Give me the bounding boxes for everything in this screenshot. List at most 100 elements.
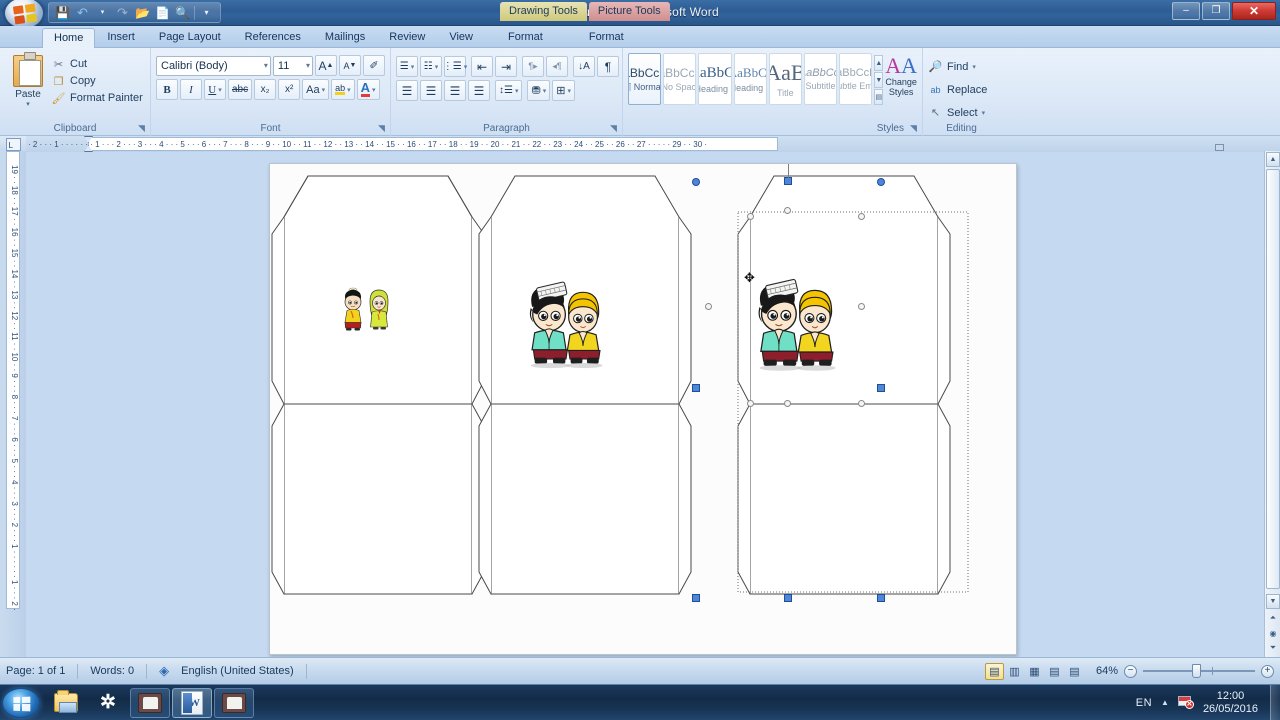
align-center-button[interactable]: ☰ bbox=[420, 80, 442, 101]
change-case-button[interactable]: Aa ▾ bbox=[302, 79, 330, 100]
style-no-spacing[interactable]: AaBbCcDc ¶ No Spaci... bbox=[663, 53, 697, 105]
paragraph-dialog-launcher-icon[interactable]: ◥ bbox=[608, 123, 619, 134]
contextual-tab-drawing-tools[interactable]: Drawing Tools bbox=[500, 2, 587, 22]
ltr-direction-button[interactable]: ¶▸ bbox=[522, 56, 544, 77]
align-left-button[interactable]: ☰ bbox=[396, 80, 418, 101]
chevron-down-icon[interactable]: ▾ bbox=[435, 63, 439, 71]
sort-button[interactable]: ↓⁠A bbox=[573, 56, 595, 77]
next-page-icon[interactable]: ⏷ bbox=[1266, 641, 1280, 655]
scroll-up-button[interactable]: ▲ bbox=[1266, 152, 1280, 167]
tab-picture-format[interactable]: Format bbox=[566, 27, 647, 47]
muslim-kids-clipart-small[interactable] bbox=[336, 282, 400, 332]
tab-insert[interactable]: Insert bbox=[95, 27, 147, 47]
window-generic-2[interactable] bbox=[214, 687, 254, 718]
right-indent-marker[interactable] bbox=[1215, 144, 1224, 151]
page-indicator[interactable]: Page: 1 of 1 bbox=[6, 665, 65, 677]
action-center-flag-icon[interactable]: ✕ bbox=[1177, 696, 1194, 709]
style-title[interactable]: AaB Title bbox=[768, 53, 802, 105]
line-spacing-button[interactable]: ↕☰ ▾ bbox=[495, 80, 523, 101]
numbering-button[interactable]: ☷ ▾ bbox=[420, 56, 442, 77]
muslim-kids-clipart-large[interactable] bbox=[747, 276, 851, 374]
document-canvas[interactable]: ✥ bbox=[26, 151, 1264, 657]
document-page-1[interactable]: ✥ bbox=[269, 163, 1017, 655]
clipboard-dialog-launcher-icon[interactable]: ◥ bbox=[136, 123, 147, 134]
select-button[interactable]: ↖ Select ▾ bbox=[928, 102, 995, 123]
chevron-down-icon[interactable]: ▾ bbox=[411, 63, 415, 71]
tab-mailings[interactable]: Mailings bbox=[313, 27, 377, 47]
zoom-out-button[interactable]: − bbox=[1124, 664, 1137, 678]
clear-formatting-button[interactable]: ✐ bbox=[363, 55, 385, 76]
clock[interactable]: 12:00 26/05/2016 bbox=[1203, 690, 1258, 715]
chevron-down-icon[interactable]: ▾ bbox=[972, 63, 976, 71]
show-hidden-icons-icon[interactable]: ▲ bbox=[1161, 698, 1169, 707]
window-generic-1[interactable] bbox=[130, 687, 170, 718]
muslim-kids-clipart-medium[interactable] bbox=[519, 279, 617, 371]
bluetooth-icon[interactable]: ✲ bbox=[88, 688, 128, 718]
tab-stop-selector[interactable]: L bbox=[0, 136, 26, 152]
select-browse-object-icon[interactable] bbox=[1266, 137, 1280, 150]
bold-button[interactable]: B bbox=[156, 79, 178, 100]
view-full-screen-reading[interactable]: ▥ bbox=[1005, 663, 1024, 680]
borders-button[interactable]: ⊞ ▾ bbox=[552, 80, 575, 101]
replace-button[interactable]: ab Replace bbox=[928, 79, 995, 100]
paste-dropdown-icon[interactable]: ▾ bbox=[26, 100, 30, 108]
view-draft[interactable]: ▤ bbox=[1065, 663, 1084, 680]
gallery-scroll-down-icon[interactable]: ▼ bbox=[874, 72, 884, 88]
zoom-slider[interactable] bbox=[1143, 664, 1255, 678]
spell-check-icon[interactable]: ◈ bbox=[159, 663, 169, 679]
shading-button[interactable]: ⛃ ▾ bbox=[527, 80, 551, 101]
language-indicator[interactable]: English (United States) bbox=[181, 665, 294, 677]
view-print-layout[interactable]: ▤ bbox=[985, 662, 1004, 680]
italic-button[interactable]: I bbox=[180, 79, 202, 100]
zoom-slider-thumb[interactable] bbox=[1192, 664, 1202, 678]
tab-references[interactable]: References bbox=[233, 27, 313, 47]
grow-font-button[interactable]: A ▲ bbox=[315, 55, 337, 76]
language-indicator-tray[interactable]: EN bbox=[1136, 697, 1152, 709]
font-size-combo[interactable]: 11 ▾ bbox=[272, 55, 313, 76]
style-heading-2[interactable]: AaBbCc Heading 2 bbox=[733, 53, 767, 105]
close-button[interactable]: ✕ bbox=[1232, 2, 1276, 20]
chevron-down-icon[interactable]: ▾ bbox=[218, 86, 222, 94]
select-browse-object-button[interactable]: ◉ bbox=[1266, 626, 1280, 640]
chevron-down-icon[interactable]: ▾ bbox=[347, 86, 351, 94]
tab-view[interactable]: View bbox=[437, 27, 485, 47]
explorer-icon[interactable] bbox=[46, 688, 86, 718]
chevron-down-icon[interactable]: ▾ bbox=[982, 109, 986, 117]
font-dialog-launcher-icon[interactable]: ◥ bbox=[376, 123, 387, 134]
zoom-in-button[interactable]: + bbox=[1261, 664, 1274, 678]
strikethrough-button[interactable]: abc bbox=[228, 79, 253, 100]
subscript-button[interactable]: x₂ bbox=[254, 79, 277, 100]
word-count[interactable]: Words: 0 bbox=[90, 665, 134, 677]
minimize-button[interactable]: – bbox=[1172, 2, 1200, 20]
increase-indent-button[interactable]: ⇥ bbox=[495, 56, 517, 77]
chevron-down-icon[interactable]: ▾ bbox=[515, 87, 519, 95]
previous-page-icon[interactable]: ⏶ bbox=[1266, 611, 1280, 625]
gallery-scroll-up-icon[interactable]: ▲ bbox=[874, 55, 884, 71]
tab-home[interactable]: Home bbox=[42, 28, 96, 48]
tab-drawing-format[interactable]: Format bbox=[485, 27, 566, 47]
restore-button[interactable]: ❐ bbox=[1202, 2, 1230, 20]
bullets-button[interactable]: ☰ ▾ bbox=[396, 56, 418, 77]
chevron-down-icon[interactable]: ▾ bbox=[567, 87, 571, 95]
style-normal[interactable]: AaBbCcDc ¶ Normal bbox=[628, 53, 662, 105]
start-button[interactable] bbox=[2, 687, 40, 718]
horizontal-ruler[interactable]: · 2 · · · 1 · · · · · · · 1 · · · 2 · · … bbox=[26, 136, 1280, 152]
align-right-button[interactable]: ☰ bbox=[444, 80, 466, 101]
vertical-ruler[interactable]: 19 · · 18 · · 17 · · 16 · · 15 · · 14 · … bbox=[0, 151, 26, 657]
shrink-font-button[interactable]: A ▼ bbox=[339, 55, 361, 76]
zoom-level[interactable]: 64% bbox=[1090, 665, 1118, 677]
chevron-down-icon[interactable]: ▾ bbox=[322, 86, 326, 94]
cut-button[interactable]: ✂ Cut bbox=[51, 57, 145, 71]
decrease-indent-button[interactable]: ⇤ bbox=[471, 56, 493, 77]
chevron-down-icon[interactable]: ▾ bbox=[464, 63, 468, 71]
change-styles-button[interactable]: AA Change Styles bbox=[885, 53, 917, 105]
tab-page-layout[interactable]: Page Layout bbox=[147, 27, 233, 47]
word-window-button[interactable]: W bbox=[172, 687, 212, 718]
copy-button[interactable]: ❐ Copy bbox=[51, 74, 145, 88]
font-color-button[interactable]: A ▾ bbox=[356, 79, 380, 100]
gallery-more-icon[interactable]: ▤ bbox=[874, 89, 884, 105]
superscript-button[interactable]: x² bbox=[278, 79, 301, 100]
styles-dialog-launcher-icon[interactable]: ◥ bbox=[908, 123, 919, 134]
vertical-scrollbar[interactable]: ▲ ▼ ⏶ ◉ ⏷ bbox=[1264, 151, 1280, 657]
view-outline[interactable]: ▤ bbox=[1045, 663, 1064, 680]
